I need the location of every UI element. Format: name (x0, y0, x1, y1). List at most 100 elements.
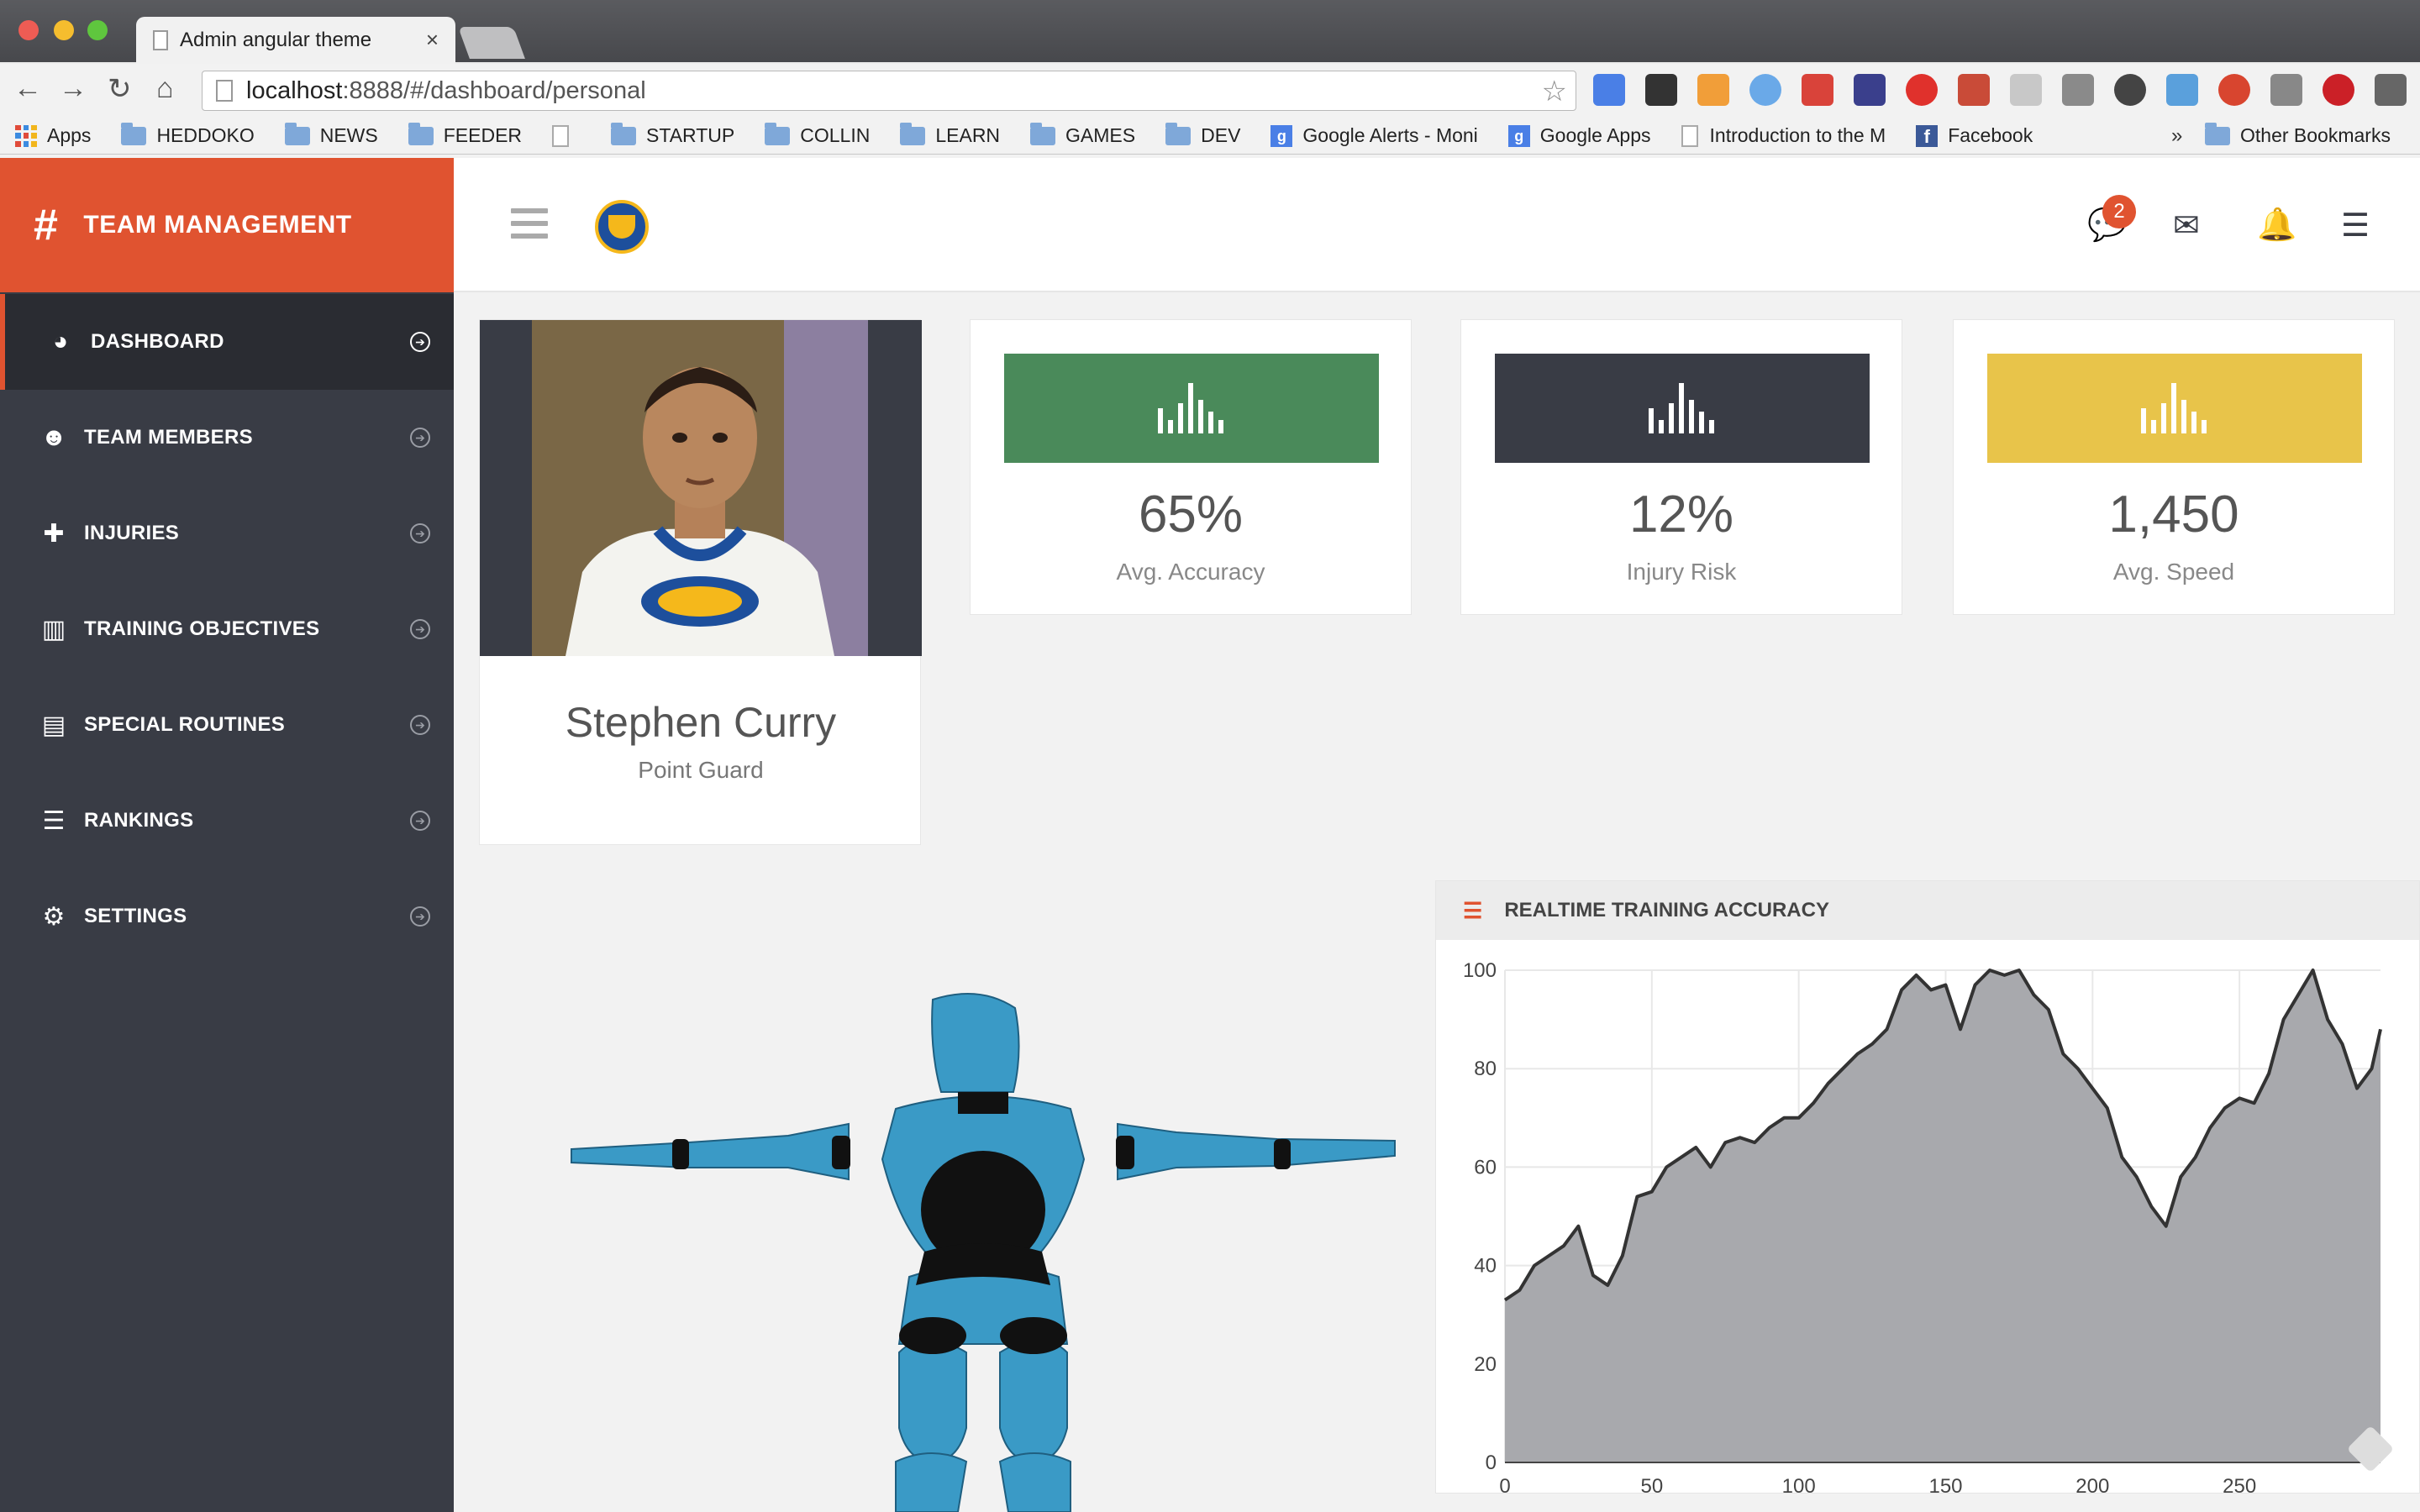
bookmark-folder-collin[interactable]: COLLIN (765, 122, 870, 147)
bookmark-folder-learn[interactable]: LEARN (900, 122, 1000, 147)
chart-title: REALTIME TRAINING ACCURACY (1504, 899, 1829, 921)
stat-card-injury-risk: 12% Injury Risk (1460, 319, 1902, 615)
bookmark-google-apps[interactable]: g Google Apps (1507, 124, 1651, 147)
stat-value: 12% (1628, 486, 1734, 543)
bookmark-label: GAMES (1065, 124, 1136, 146)
forward-icon[interactable]: → (59, 72, 87, 105)
stop-extension-icon[interactable] (1906, 74, 1938, 106)
sidebar-item-label: SETTINGS (84, 905, 187, 927)
bookmark-facebook[interactable]: f Facebook (1916, 124, 2033, 147)
sidebar-item-injuries[interactable]: ✚ INJURIES ➔ (0, 486, 454, 581)
amazon-extension-icon[interactable] (1697, 74, 1729, 106)
server-menu-icon[interactable]: ☰ (2341, 207, 2370, 244)
linkedin-extension-icon[interactable] (2010, 74, 2042, 106)
folder-icon (2205, 122, 2230, 145)
address-bar[interactable]: localhost:8888/#/dashboard/personal ☆ (202, 71, 1576, 111)
x-tick-label: 200 (2075, 1475, 2109, 1494)
new-tab-button[interactable] (458, 27, 525, 59)
translate-extension-icon[interactable] (1593, 74, 1625, 106)
bookmark-label: STARTUP (646, 124, 735, 146)
folder-icon (765, 122, 791, 145)
other-bookmarks[interactable]: Other Bookmarks (2205, 122, 2391, 147)
close-window-button[interactable] (18, 20, 39, 40)
bookmark-folder-heddoko[interactable]: HEDDOKO (121, 122, 255, 147)
sidebar-item-label: SPECIAL ROUTINES (84, 713, 286, 736)
bookmark-page[interactable] (552, 124, 581, 147)
chrome-menu-icon[interactable] (2375, 74, 2407, 106)
browser-tab[interactable]: Admin angular theme × (136, 17, 455, 64)
bookmark-label: DEV (1201, 124, 1241, 146)
pinterest-extension-icon[interactable] (2323, 74, 2354, 106)
folder-icon (900, 122, 926, 145)
adblock-extension-icon[interactable] (2218, 74, 2250, 106)
bookmark-label: Google Apps (1539, 124, 1651, 146)
stat-label: Avg. Speed (2112, 559, 2235, 585)
sidebar-item-special-routines[interactable]: ▤ SPECIAL ROUTINES ➔ (0, 677, 454, 773)
stat-card-speed: 1,450 Avg. Speed (1953, 319, 2395, 615)
y-tick-label: 0 (1486, 1452, 1497, 1474)
chat-extension-icon[interactable] (1749, 74, 1781, 106)
bookmarks-overflow-icon[interactable]: » (2171, 124, 2182, 148)
bookmark-folder-startup[interactable]: STARTUP (611, 122, 735, 147)
bar-chart-icon (2141, 383, 2207, 433)
bookmark-google-alerts[interactable]: g Google Alerts - Moni (1270, 124, 1478, 147)
bookmark-apps[interactable]: Apps (15, 124, 91, 147)
bookmark-introduction[interactable]: Introduction to the M (1681, 124, 1886, 147)
book-extension-icon[interactable] (1802, 74, 1833, 106)
owl-extension-icon[interactable] (1645, 74, 1677, 106)
google-icon: g (1507, 124, 1530, 147)
arrow-circle-right-icon: ➔ (410, 715, 430, 735)
zoom-window-button[interactable] (87, 20, 108, 40)
y-tick-label: 80 (1474, 1058, 1497, 1080)
sidebar-item-training-objectives[interactable]: ▥ TRAINING OBJECTIVES ➔ (0, 581, 454, 677)
folder-icon (121, 122, 147, 145)
bookmark-folder-dev[interactable]: DEV (1165, 122, 1241, 147)
stat-card-accuracy: 65% Avg. Accuracy (970, 319, 1412, 615)
profile-card: Stephen Curry Point Guard (479, 319, 922, 845)
home-icon[interactable]: ⌂ (156, 72, 174, 105)
arrow-circle-right-icon: ➔ (410, 811, 430, 831)
sidebar-item-team-members[interactable]: ☻ TEAM MEMBERS ➔ (0, 390, 454, 486)
sidebar-item-rankings[interactable]: ☰ RANKINGS ➔ (0, 773, 454, 869)
minimize-window-button[interactable] (54, 20, 74, 40)
users-icon: ☻ (40, 423, 67, 451)
tab-close-icon[interactable]: × (426, 27, 439, 53)
medkit-icon: ✚ (43, 519, 65, 548)
screenshot-extension-icon[interactable] (2166, 74, 2198, 106)
gear-extension-icon[interactable] (2114, 74, 2146, 106)
3d-body-model[interactable] (563, 991, 1403, 1512)
brand[interactable]: # TEAM MANAGEMENT (0, 158, 454, 292)
page-icon (216, 80, 233, 102)
bookmark-label: FEEDER (443, 124, 523, 146)
code-extension-icon[interactable] (1958, 74, 1990, 106)
bar-chart-icon: ▥ (41, 615, 66, 643)
devtools-extension-icon[interactable] (2270, 74, 2302, 106)
player-photo-image (532, 320, 868, 656)
gear-icon: ⚙ (42, 902, 66, 931)
download-extension-icon[interactable] (2062, 74, 2094, 106)
arrow-circle-right-icon: ➔ (410, 523, 430, 543)
tab-title: Admin angular theme (180, 29, 372, 51)
accuracy-area-chart[interactable]: 0 50 100 150 200 250 0 20 40 60 80 100 (1436, 940, 2420, 1494)
bell-icon[interactable]: 🔔 (2257, 207, 2296, 244)
reload-icon[interactable]: ↻ (108, 72, 132, 106)
arrow-circle-right-icon: ➔ (410, 906, 430, 927)
page-icon (153, 30, 168, 50)
bookmark-label: Facebook (1948, 124, 2033, 146)
arrow-circle-right-icon: ➔ (410, 428, 430, 448)
bookmark-folder-feeder[interactable]: FEEDER (408, 122, 523, 147)
sidebar-item-label: TRAINING OBJECTIVES (84, 617, 320, 640)
hamburger-menu-icon[interactable] (511, 208, 548, 239)
list-icon: ☰ (1463, 897, 1483, 923)
url-path: :8888/#/dashboard/personal (342, 76, 646, 104)
back-icon[interactable]: ← (13, 72, 42, 105)
bookmark-folder-news[interactable]: NEWS (284, 122, 378, 147)
bookmark-folder-games[interactable]: GAMES (1030, 122, 1136, 147)
sidebar-item-dashboard[interactable]: ◕ DASHBOARD ➔ (0, 294, 454, 390)
envelope-icon[interactable]: ✉ (2173, 207, 2200, 244)
y-tick-label: 60 (1474, 1156, 1497, 1179)
sidebar-item-settings[interactable]: ⚙ SETTINGS ➔ (0, 869, 454, 964)
chart-header: ☰ REALTIME TRAINING ACCURACY (1436, 881, 2419, 940)
pocket-extension-icon[interactable] (1854, 74, 1886, 106)
bookmark-star-icon[interactable]: ☆ (1542, 75, 1567, 108)
